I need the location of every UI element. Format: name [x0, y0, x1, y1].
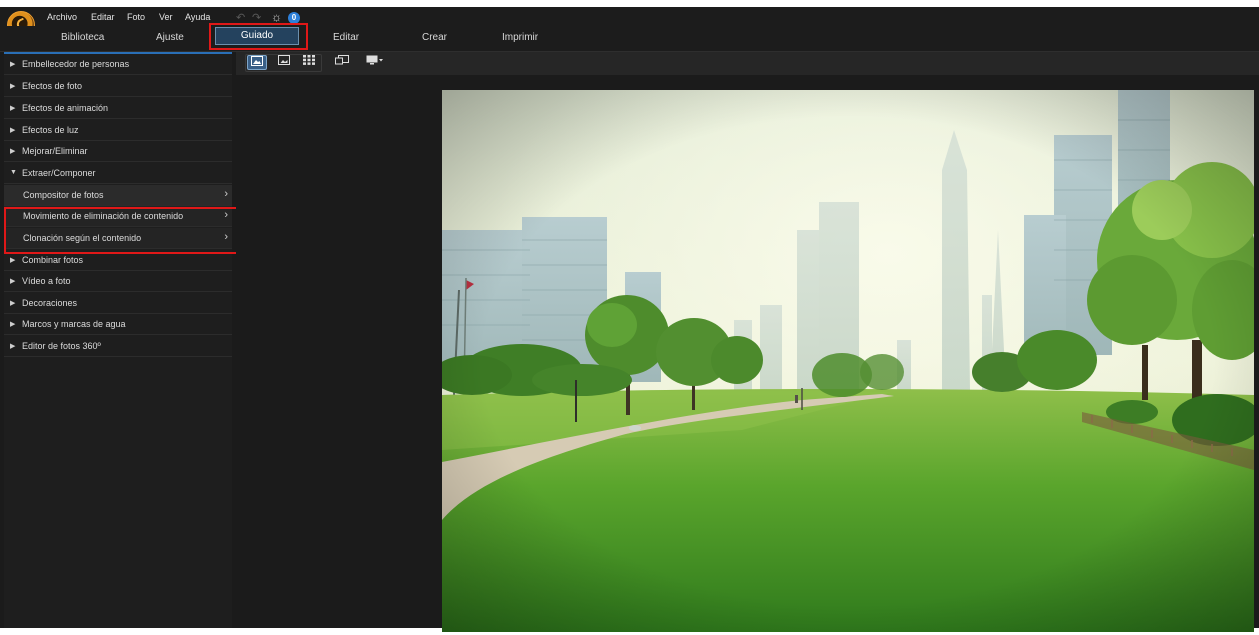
collapse-arrow-icon: ▼ — [10, 169, 17, 176]
menu-editar[interactable]: Editar — [91, 12, 115, 22]
menu-foto[interactable]: Foto — [127, 12, 145, 22]
main-content — [236, 52, 1259, 632]
display-dropdown-icon[interactable] — [364, 55, 386, 70]
menu-ayuda[interactable]: Ayuda — [185, 12, 210, 22]
sidebar-item-label: Embellecedor de personas — [22, 59, 130, 69]
sidebar-item-editor-360[interactable]: ▶ Editor de fotos 360º — [4, 336, 232, 357]
sidebar-item-label: Editor de fotos 360º — [22, 341, 101, 351]
sidebar-item-label: Efectos de foto — [22, 81, 83, 91]
expand-arrow-icon: ▶ — [10, 83, 16, 90]
chevron-right-icon: › — [224, 188, 228, 200]
menu-ver[interactable]: Ver — [159, 12, 173, 22]
expand-arrow-icon: ▶ — [10, 300, 16, 307]
view-toolbar — [236, 52, 1259, 75]
tab-editar[interactable]: Editar — [333, 32, 359, 43]
sidebar-item-label: Efectos de animación — [22, 103, 109, 113]
tab-crear[interactable]: Crear — [422, 32, 447, 43]
sidebar-item-label: Decoraciones — [22, 298, 78, 308]
single-view-icon[interactable] — [247, 55, 267, 70]
guided-sidebar: ▶ Embellecedor de personas ▶ Efectos de … — [4, 52, 241, 628]
sidebar-item-label: Combinar fotos — [22, 255, 84, 265]
mode-tab-bar: Biblioteca Ajuste Guiado Editar Crear Im… — [0, 26, 1259, 51]
grid-view-icon[interactable] — [299, 55, 319, 70]
photo-preview[interactable] — [442, 90, 1254, 632]
menu-archivo[interactable]: Archivo — [47, 12, 77, 22]
expand-arrow-icon: ▶ — [10, 343, 16, 350]
app-window: Archivo Editar Foto Ver Ayuda ↶ ↷ ☼ 0 Bi… — [0, 7, 1259, 632]
expand-arrow-icon: ▶ — [10, 257, 16, 264]
subitem-label: Compositor de fotos — [23, 190, 104, 200]
expand-arrow-icon: ▶ — [10, 61, 16, 68]
sidebar-highlight-box — [4, 207, 241, 254]
sidebar-item-label: Extraer/Componer — [22, 168, 96, 178]
expand-arrow-icon: ▶ — [10, 127, 16, 134]
expand-arrow-icon: ▶ — [10, 278, 16, 285]
sidebar-item-marcos[interactable]: ▶ Marcos y marcas de agua — [4, 314, 232, 335]
expand-arrow-icon: ▶ — [10, 321, 16, 328]
tab-ajuste[interactable]: Ajuste — [156, 32, 184, 43]
sidebar-item-efectos-animacion[interactable]: ▶ Efectos de animación — [4, 98, 232, 119]
expand-arrow-icon: ▶ — [10, 105, 16, 112]
tab-biblioteca[interactable]: Biblioteca — [61, 32, 104, 43]
sun-gear-icon[interactable]: ☼ — [271, 10, 282, 24]
sidebar-item-decoraciones[interactable]: ▶ Decoraciones — [4, 293, 232, 314]
tab-imprimir[interactable]: Imprimir — [502, 32, 538, 43]
sidebar-item-label: Marcos y marcas de agua — [22, 319, 126, 329]
sidebar-item-extraer-componer[interactable]: ▼ Extraer/Componer — [4, 163, 232, 184]
sidebar-item-video-foto[interactable]: ▶ Vídeo a foto — [4, 271, 232, 292]
sidebar-item-label: Efectos de luz — [22, 125, 79, 135]
sidebar-item-label: Vídeo a foto — [22, 276, 71, 286]
sidebar-item-label: Mejorar/Eliminar — [22, 146, 88, 156]
fit-view-icon[interactable] — [274, 55, 294, 70]
subitem-compositor-fotos[interactable]: Compositor de fotos › — [4, 185, 232, 206]
tab-highlight-box — [209, 23, 308, 50]
compare-view-icon[interactable] — [332, 55, 352, 70]
sidebar-item-mejorar-eliminar[interactable]: ▶ Mejorar/Eliminar — [4, 141, 232, 162]
sidebar-item-efectos-foto[interactable]: ▶ Efectos de foto — [4, 76, 232, 97]
menu-bar: Archivo Editar Foto Ver Ayuda ↶ ↷ ☼ 0 — [0, 7, 1259, 39]
sidebar-item-efectos-luz[interactable]: ▶ Efectos de luz — [4, 120, 232, 141]
expand-arrow-icon: ▶ — [10, 148, 16, 155]
sidebar-item-embellecedor[interactable]: ▶ Embellecedor de personas — [4, 54, 232, 75]
